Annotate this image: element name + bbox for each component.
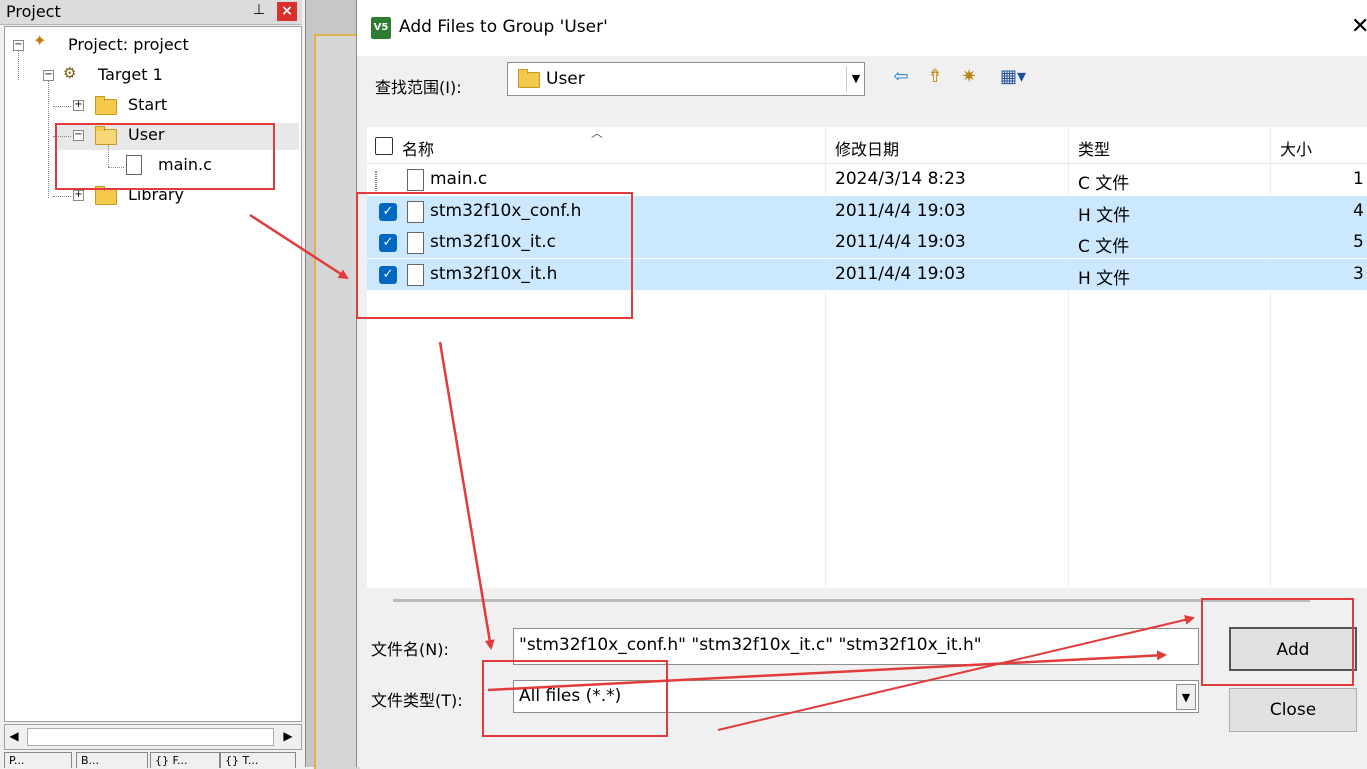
file-modified: 2011/4/4 19:03 — [835, 232, 966, 252]
file-type: C 文件 — [1078, 174, 1130, 194]
sort-ascending-icon: ︿ — [591, 126, 604, 140]
dialog-title-bar: V5 Add Files to Group 'User' ✕ — [357, 0, 1367, 56]
tab-templates[interactable]: {} T... — [220, 752, 296, 768]
close-button[interactable]: Close — [1229, 688, 1357, 732]
collapse-project-icon[interactable]: − — [13, 40, 24, 51]
file-name-label: 文件名(N): — [371, 640, 449, 659]
tree-item-start[interactable]: Start — [128, 95, 167, 114]
chevron-down-icon[interactable]: ▼ — [846, 66, 865, 92]
file-size: 3 — [1353, 264, 1364, 284]
expand-library-icon[interactable]: + — [73, 190, 84, 201]
collapse-target-icon[interactable]: − — [43, 70, 54, 81]
target-icon: ⚙ — [63, 64, 77, 82]
file-size: 5 — [1353, 232, 1364, 252]
project-icon: ✦ — [33, 31, 47, 50]
file-row[interactable]: main.c 2024/3/14 8:23 C 文件 1 — [367, 164, 1367, 195]
list-horizontal-scrollbar[interactable] — [393, 599, 1310, 602]
file-modified: 2024/3/14 8:23 — [835, 169, 966, 189]
select-all-checkbox[interactable] — [375, 137, 393, 155]
annotation-box-user-group — [55, 123, 275, 190]
file-size: 1 — [1353, 169, 1364, 189]
file-type: H 文件 — [1078, 269, 1131, 289]
chevron-down-icon[interactable]: ▼ — [1176, 684, 1196, 710]
file-icon — [407, 169, 424, 191]
panel-bottom-tabs: P... B... {} F... {} T... — [4, 752, 300, 768]
folder-icon — [518, 69, 540, 88]
annotation-box-file-type — [482, 660, 668, 737]
close-icon[interactable]: ✕ — [1351, 14, 1367, 39]
file-size: 4 — [1353, 201, 1364, 221]
column-header-name[interactable]: 名称 — [402, 136, 434, 160]
up-folder-icon[interactable]: ⇮ — [923, 66, 947, 88]
list-header: ︿ 名称 修改日期 类型 大小 — [367, 126, 1367, 164]
scroll-right-icon[interactable]: ▶ — [279, 725, 297, 747]
column-header-size[interactable]: 大小 — [1280, 136, 1312, 160]
dialog-title: Add Files to Group 'User' — [399, 17, 608, 37]
annotation-box-selected-files — [356, 192, 633, 319]
new-folder-icon[interactable]: ✷ — [957, 66, 981, 88]
file-type-label: 文件类型(T): — [371, 691, 463, 710]
folder-icon — [95, 96, 117, 115]
look-in-combobox[interactable]: User ▼ — [507, 62, 865, 96]
look-in-value: User — [546, 69, 585, 89]
file-type: C 文件 — [1078, 237, 1130, 257]
folder-icon — [95, 186, 117, 205]
project-panel: Project ⊥ × − ✦ Project: project − ⚙ Tar… — [0, 0, 305, 768]
tree-item-project-label[interactable]: Project: project — [68, 35, 189, 54]
column-header-modified[interactable]: 修改日期 — [835, 136, 899, 160]
editor-frame — [314, 34, 360, 769]
tree-item-target[interactable]: Target 1 — [98, 65, 163, 84]
tab-project[interactable]: P... — [4, 752, 72, 768]
column-header-type[interactable]: 类型 — [1078, 136, 1110, 160]
scrollbar-thumb[interactable] — [27, 728, 274, 746]
back-arrow-icon[interactable]: ⇦ — [889, 66, 913, 88]
panel-title: Project — [6, 2, 61, 21]
tab-books[interactable]: B... — [76, 752, 148, 768]
scroll-left-icon[interactable]: ◀ — [5, 725, 23, 747]
panel-title-bar: Project ⊥ × — [0, 0, 302, 25]
annotation-box-add-button — [1201, 598, 1354, 686]
file-modified: 2011/4/4 19:03 — [835, 201, 966, 221]
tree-horizontal-scrollbar[interactable]: ◀ ▶ — [4, 724, 302, 750]
file-type: H 文件 — [1078, 206, 1131, 226]
keil-app-icon: V5 — [371, 17, 391, 39]
row-checkbox[interactable] — [375, 171, 377, 191]
file-modified: 2011/4/4 19:03 — [835, 264, 966, 284]
look-in-label: 查找范围(I): — [375, 78, 462, 97]
pin-icon[interactable]: ⊥ — [250, 2, 268, 20]
panel-close-button[interactable]: × — [277, 2, 297, 21]
view-menu-icon[interactable]: ▦▾ — [993, 66, 1033, 88]
editor-area — [305, 0, 360, 769]
expand-start-icon[interactable]: + — [73, 100, 84, 111]
file-name: main.c — [430, 169, 488, 189]
tab-functions[interactable]: {} F... — [150, 752, 220, 768]
file-name-value: "stm32f10x_conf.h" "stm32f10x_it.c" "stm… — [519, 635, 982, 655]
